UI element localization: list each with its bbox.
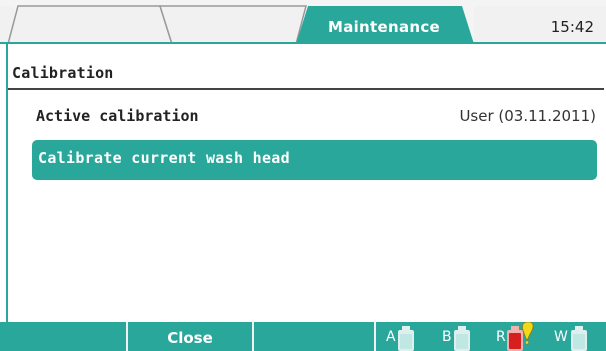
softkey-3[interactable] (254, 322, 374, 351)
active-calibration-value: User (03.11.2011) (459, 107, 596, 125)
bottle-a-label: A (386, 329, 396, 345)
main-panel: Calibration Active calibration User (03.… (6, 44, 606, 322)
active-calibration-label: Active calibration (36, 107, 199, 125)
clock: 15:42 (550, 18, 594, 36)
bottle-status-area: A B R W (376, 322, 606, 351)
calibrate-wash-head-button[interactable]: Calibrate current wash head (32, 140, 597, 180)
bottle-w-icon (571, 326, 587, 351)
tab-bar: Maintenance 15:42 (0, 0, 606, 44)
bottle-w-label: W (554, 329, 568, 345)
bottle-a-icon (398, 326, 414, 351)
tab-bar-graphics (0, 0, 606, 44)
title-divider (8, 88, 604, 90)
page-title: Calibration (12, 64, 114, 82)
softkey-bar: Close A B R W (0, 322, 606, 351)
tab-2-shape (158, 5, 307, 44)
softkey-1[interactable] (0, 322, 126, 351)
bottle-r-label: R (496, 329, 506, 345)
tab-maintenance[interactable]: Maintenance (313, 18, 455, 36)
close-button[interactable]: Close (128, 322, 252, 351)
bottle-b-label: B (442, 329, 452, 345)
tab-1-shape (7, 5, 173, 44)
active-calibration-row: Active calibration User (03.11.2011) (36, 107, 596, 129)
bottle-r-warning-icon (507, 322, 534, 351)
bottle-b-icon (454, 326, 470, 351)
